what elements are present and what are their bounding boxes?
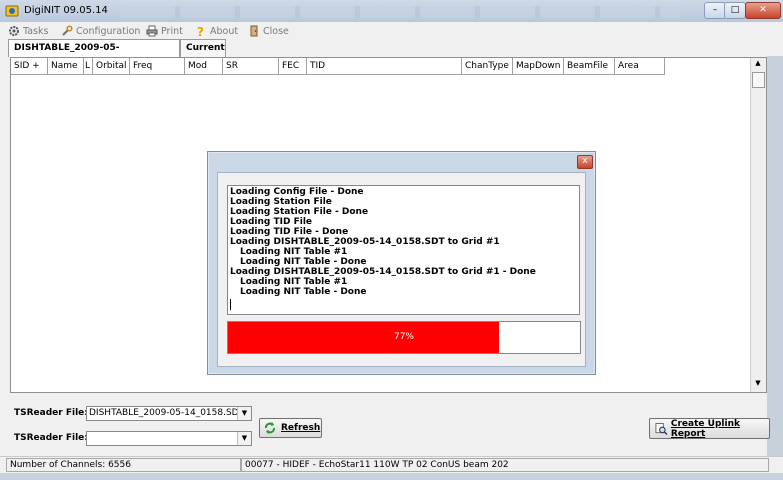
- svg-text:?: ?: [197, 25, 204, 37]
- menu-configuration[interactable]: Configuration: [61, 24, 140, 38]
- column-header-mod[interactable]: Mod: [185, 58, 223, 75]
- log-line: Loading Config File - Done: [230, 187, 364, 197]
- menu-about[interactable]: ? About: [195, 24, 238, 38]
- create-uplink-report-button[interactable]: Create Uplink Report: [649, 418, 770, 439]
- log-line: Loading NIT Table #1: [240, 247, 348, 257]
- progress-label: 77%: [393, 332, 414, 342]
- desktop-background: [767, 56, 783, 456]
- menu-tasks[interactable]: Tasks: [8, 24, 48, 38]
- close-icon: ✕: [759, 5, 767, 15]
- scroll-thumb[interactable]: [752, 72, 765, 88]
- window-title: DigiNIT 09.05.14: [24, 5, 108, 16]
- chevron-down-icon[interactable]: ▼: [237, 432, 251, 445]
- log-line: Loading NIT Table - Done: [240, 287, 367, 297]
- tsreader-file-select-1[interactable]: DISHTABLE_2009-05-14_0158.SD ▼: [86, 406, 252, 421]
- magnifier-report-icon: [655, 422, 668, 435]
- log-line: Loading DISHTABLE_2009-05-14_0158.SDT to…: [230, 267, 536, 277]
- tsreader-file-select-2[interactable]: ▼: [86, 431, 252, 446]
- tsreader-file-label-1: TSReader File:: [14, 408, 88, 418]
- tsreader-file-label-2: TSReader File:: [14, 433, 88, 443]
- text-cursor: [230, 299, 231, 310]
- log-line: Loading TID File - Done: [230, 227, 349, 237]
- column-header-tid[interactable]: TID: [307, 58, 462, 75]
- log-line: Loading NIT Table - Done: [240, 257, 367, 267]
- menu-close[interactable]: Close: [248, 24, 289, 38]
- column-header-chantype[interactable]: ChanType: [462, 58, 513, 75]
- progress-bar: 77%: [227, 321, 581, 354]
- scroll-up-icon[interactable]: ▲: [752, 59, 764, 70]
- chevron-down-icon[interactable]: ▼: [237, 407, 251, 420]
- dialog-body: Loading Config File - Done Loading Stati…: [217, 172, 586, 367]
- minimize-button[interactable]: –: [704, 2, 726, 19]
- log-line: Loading NIT Table #1: [240, 277, 348, 287]
- dialog-close-button[interactable]: x: [577, 155, 593, 169]
- loading-dialog: x Loading Config File - Done Loading Sta…: [207, 151, 596, 375]
- menu-print[interactable]: Print: [146, 24, 183, 38]
- app-icon: [5, 4, 19, 18]
- tab-dishtable[interactable]: DISHTABLE_2009-05-14_0158.SDT: [8, 39, 180, 70]
- gear-icon: [9, 26, 19, 36]
- status-bar: Number of Channels: 6556 00077 - HIDEF -…: [0, 456, 783, 474]
- grid-vertical-scrollbar[interactable]: ▲ ▼: [750, 58, 766, 392]
- log-line: Loading Station File - Done: [230, 207, 369, 217]
- printer-icon: [146, 25, 158, 37]
- create-uplink-report-label: Create Uplink Report: [670, 418, 740, 439]
- tsreader-file-value-1: DISHTABLE_2009-05-14_0158.SD: [89, 408, 239, 418]
- column-header-freq[interactable]: Freq: [130, 58, 185, 75]
- current-channel-info: 00077 - HIDEF - EchoStar11 110W TP 02 Co…: [241, 458, 769, 472]
- grid-header: SID + Name L Orbital Freq Mod SR FEC TID…: [11, 58, 665, 76]
- column-header-name[interactable]: Name: [48, 58, 84, 75]
- menu-close-label: Close: [263, 25, 289, 37]
- maximize-icon: □: [730, 5, 740, 15]
- column-header-fec[interactable]: FEC: [279, 58, 307, 75]
- title-bar-background: [120, 6, 680, 18]
- column-header-mapdown[interactable]: MapDown: [513, 58, 564, 75]
- title-bar: DigiNIT 09.05.14 – □ ✕: [0, 0, 783, 23]
- column-header-beamfile[interactable]: BeamFile: [564, 58, 615, 75]
- column-header-l[interactable]: L: [84, 58, 93, 75]
- door-icon: [250, 25, 258, 37]
- refresh-icon: [265, 422, 275, 434]
- minimize-icon: –: [712, 5, 718, 15]
- menu-bar: Tasks Configuration Print ? About Close: [0, 22, 783, 39]
- menu-configuration-label: Configuration: [76, 25, 141, 37]
- channel-count: Number of Channels: 6556: [6, 458, 241, 472]
- tab-current[interactable]: Current: [180, 39, 226, 57]
- column-header-sr[interactable]: SR: [223, 58, 279, 75]
- question-icon: ?: [197, 25, 204, 37]
- menu-about-label: About: [210, 25, 239, 37]
- maximize-button[interactable]: □: [724, 2, 746, 19]
- scroll-down-icon[interactable]: ▼: [752, 379, 764, 390]
- column-header-sid[interactable]: SID +: [11, 58, 48, 75]
- refresh-button[interactable]: Refresh: [259, 418, 322, 438]
- menu-tasks-label: Tasks: [23, 25, 49, 37]
- column-header-orbital[interactable]: Orbital: [93, 58, 130, 75]
- log-line: Loading DISHTABLE_2009-05-14_0158.SDT to…: [230, 237, 500, 247]
- wrench-icon: [62, 25, 73, 36]
- menu-print-label: Print: [161, 25, 183, 37]
- log-line: Loading TID File: [230, 217, 313, 227]
- log-line: Loading Station File: [230, 197, 332, 207]
- refresh-button-label: Refresh: [281, 423, 321, 433]
- column-header-area[interactable]: Area: [615, 58, 665, 75]
- close-window-button[interactable]: ✕: [745, 2, 781, 19]
- desktop-background-bottom: [0, 473, 783, 480]
- loading-log[interactable]: Loading Config File - Done Loading Stati…: [227, 185, 580, 315]
